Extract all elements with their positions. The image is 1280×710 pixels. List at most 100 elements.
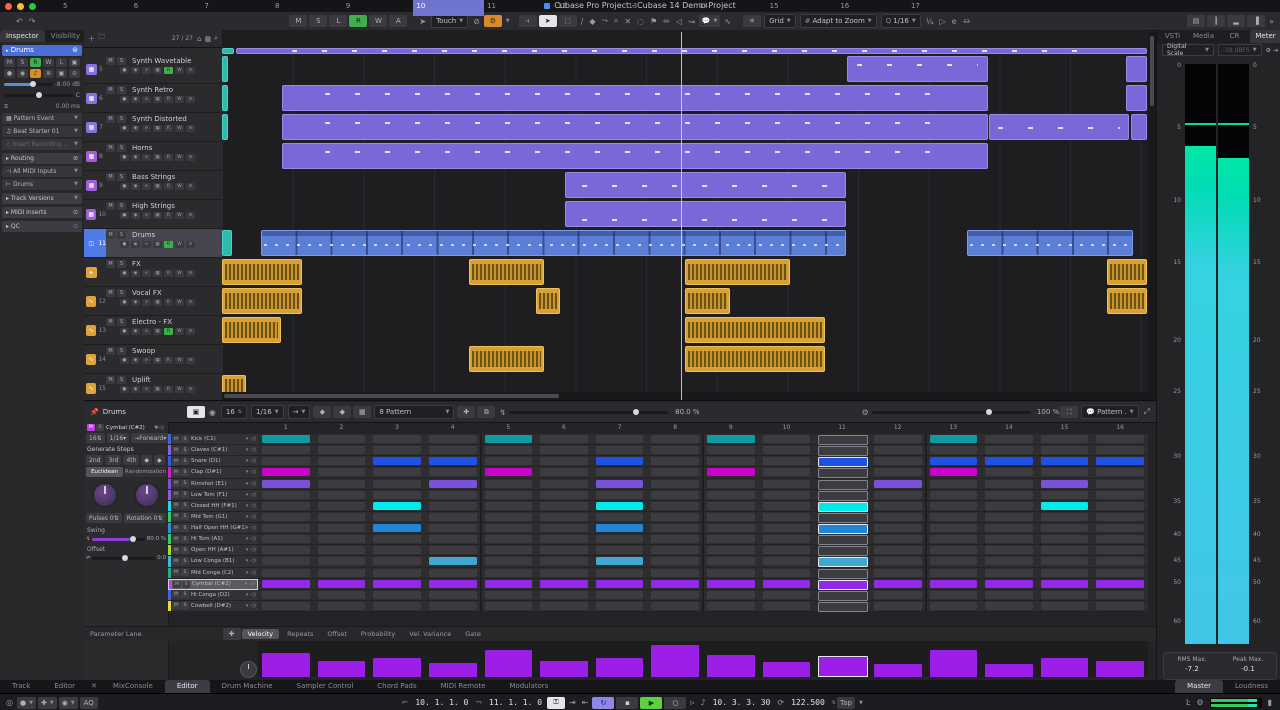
track-button-W[interactable]: W — [175, 67, 184, 74]
inspector-chip-◉[interactable]: ◉ — [17, 69, 28, 78]
output-level-icon[interactable]: ▮ — [1268, 698, 1272, 707]
swing-slider[interactable] — [509, 408, 669, 415]
step-cell[interactable] — [262, 501, 310, 510]
step-cell[interactable] — [818, 535, 868, 546]
step-cell[interactable] — [428, 524, 477, 532]
step-cell[interactable] — [317, 435, 366, 443]
step-cell[interactable] — [262, 435, 310, 443]
track-presets-icon[interactable]: 🗀 — [98, 33, 105, 44]
track-button-●[interactable]: ● — [120, 154, 129, 161]
track-button-e[interactable]: e — [142, 183, 151, 190]
step-cell[interactable] — [929, 501, 978, 510]
track-button-▦[interactable]: ▦ — [153, 212, 162, 219]
drum-lane-open-hh-a-1-[interactable]: M S Open HH (A#1) ▾ ◁) — [168, 545, 258, 557]
track-button-●[interactable]: ● — [120, 241, 129, 248]
tab-probability[interactable]: Probability — [355, 629, 401, 639]
bottom-tab-modulators[interactable]: Modulators — [497, 680, 560, 693]
track-button-e[interactable]: e — [142, 357, 151, 364]
track-button-◉[interactable]: ◉ — [131, 386, 140, 393]
step-cell[interactable] — [428, 535, 477, 544]
step-cell[interactable] — [1040, 457, 1089, 466]
step-cell[interactable] — [262, 457, 310, 466]
punch-out-icon[interactable]: ⇤ — [582, 698, 589, 707]
velocity-bar[interactable] — [929, 649, 978, 677]
step-cell[interactable] — [985, 512, 1033, 521]
step-cell[interactable] — [262, 535, 310, 544]
inspector-chip-L[interactable]: L — [56, 58, 67, 67]
step-cell[interactable] — [651, 446, 699, 455]
track-row-synth-retro[interactable]: ▦ 6 M S Synth Retro ● ◉ e ▦ R W ≡ — [84, 84, 222, 113]
velocity-bar[interactable] — [428, 663, 477, 677]
qc-section[interactable]: ▸ QC ⊙ — [2, 221, 82, 232]
step-cell[interactable] — [873, 490, 922, 499]
track-button-●[interactable]: ● — [120, 96, 129, 103]
step-cell[interactable] — [651, 468, 699, 477]
redo-icon[interactable]: ↷ — [29, 17, 36, 26]
lane-options-icon[interactable]: ▾ — [246, 436, 249, 442]
step-cell[interactable] — [373, 512, 421, 521]
arrange-event[interactable] — [1107, 288, 1147, 314]
step-cell[interactable] — [762, 479, 811, 488]
step-cell[interactable] — [262, 590, 310, 599]
tab-visibility[interactable]: Visibility — [45, 30, 86, 42]
inspector-chip-≣[interactable]: ≣ — [43, 69, 54, 78]
arrange-event[interactable] — [222, 48, 235, 54]
bottom-tab-loudness[interactable]: Loudness — [1223, 680, 1280, 693]
step-cell[interactable] — [985, 457, 1033, 466]
step-cell[interactable] — [1040, 479, 1089, 488]
lane-preview-icon[interactable]: ◁) — [250, 592, 256, 598]
step-cell[interactable] — [651, 457, 699, 466]
drum-lane-snare-d1-[interactable]: M S Snare (D1) ▾ ◁) — [168, 456, 258, 468]
step-cell[interactable] — [873, 524, 922, 532]
velocity-bar[interactable] — [317, 660, 366, 677]
track-solo-button[interactable]: S — [117, 347, 126, 355]
step-cell[interactable] — [707, 546, 755, 555]
track-button-W[interactable]: W — [175, 328, 184, 335]
step-cell[interactable] — [762, 501, 811, 510]
inspector-chip-●[interactable]: ● — [4, 69, 15, 78]
lane-options-icon[interactable]: ▾ — [246, 536, 249, 542]
lane-mute-button[interactable]: M — [172, 602, 180, 610]
rotation-field[interactable]: Rotation 0 ⇅ — [123, 513, 166, 523]
lane-mute-button[interactable]: M — [172, 502, 180, 510]
tab-repeats[interactable]: Repeats — [281, 629, 319, 639]
lane-solo-button[interactable]: S — [181, 591, 189, 599]
track-solo-button[interactable]: S — [117, 86, 126, 94]
track-button-●[interactable]: ● — [120, 125, 129, 132]
track-button-W[interactable]: W — [175, 241, 184, 248]
step-cell[interactable] — [262, 479, 310, 488]
step-cell[interactable] — [873, 568, 922, 577]
step-cell[interactable] — [651, 568, 699, 577]
grid-resolution-select[interactable]: 1/16 ▼ — [251, 405, 284, 419]
arrange-event[interactable] — [1107, 259, 1147, 285]
tab-meter[interactable]: Meter — [1250, 30, 1280, 43]
track-row-uplift[interactable]: ∿ 15 M S Uplift ● ◉ e ▦ R W ≡ — [84, 374, 222, 400]
audio-rec-mode-select[interactable]: ◉ ▼ — [58, 696, 78, 709]
step-cell[interactable] — [985, 535, 1033, 544]
track-button-▦[interactable]: ▦ — [153, 183, 162, 190]
pan-slider[interactable]: C — [4, 91, 80, 100]
step-cell[interactable] — [873, 546, 922, 555]
track-button-R[interactable]: R — [164, 270, 173, 277]
step-cell[interactable] — [540, 446, 588, 455]
drum-lane-mid-tom-g1-[interactable]: M S Mid Tom (G1) ▾ ◁) — [168, 511, 258, 523]
constrain-delay-icon[interactable]: Ŀ — [1186, 698, 1190, 707]
step-cell[interactable] — [762, 601, 811, 610]
lane-solo-button[interactable]: S — [181, 435, 189, 443]
track-button-W[interactable]: W — [175, 386, 184, 393]
step-cell[interactable] — [373, 501, 421, 510]
step-cell[interactable] — [873, 512, 922, 521]
step-cell[interactable] — [484, 579, 533, 588]
velocity-bar[interactable] — [540, 660, 588, 677]
step-cell[interactable] — [651, 501, 699, 510]
velocity-bar[interactable] — [762, 662, 811, 677]
step-cell[interactable] — [540, 546, 588, 555]
step-cell[interactable] — [428, 468, 477, 477]
track-button-≡[interactable]: ≡ — [186, 212, 195, 219]
track-button-▦[interactable]: ▦ — [153, 299, 162, 306]
step-cell[interactable] — [762, 568, 811, 577]
arrange-event[interactable] — [282, 114, 988, 140]
step-cell[interactable] — [818, 512, 868, 523]
track-row-horns[interactable]: ▦ 8 M S Horns ● ◉ e ▦ R W ≡ — [84, 142, 222, 171]
step-cell[interactable] — [540, 524, 588, 532]
